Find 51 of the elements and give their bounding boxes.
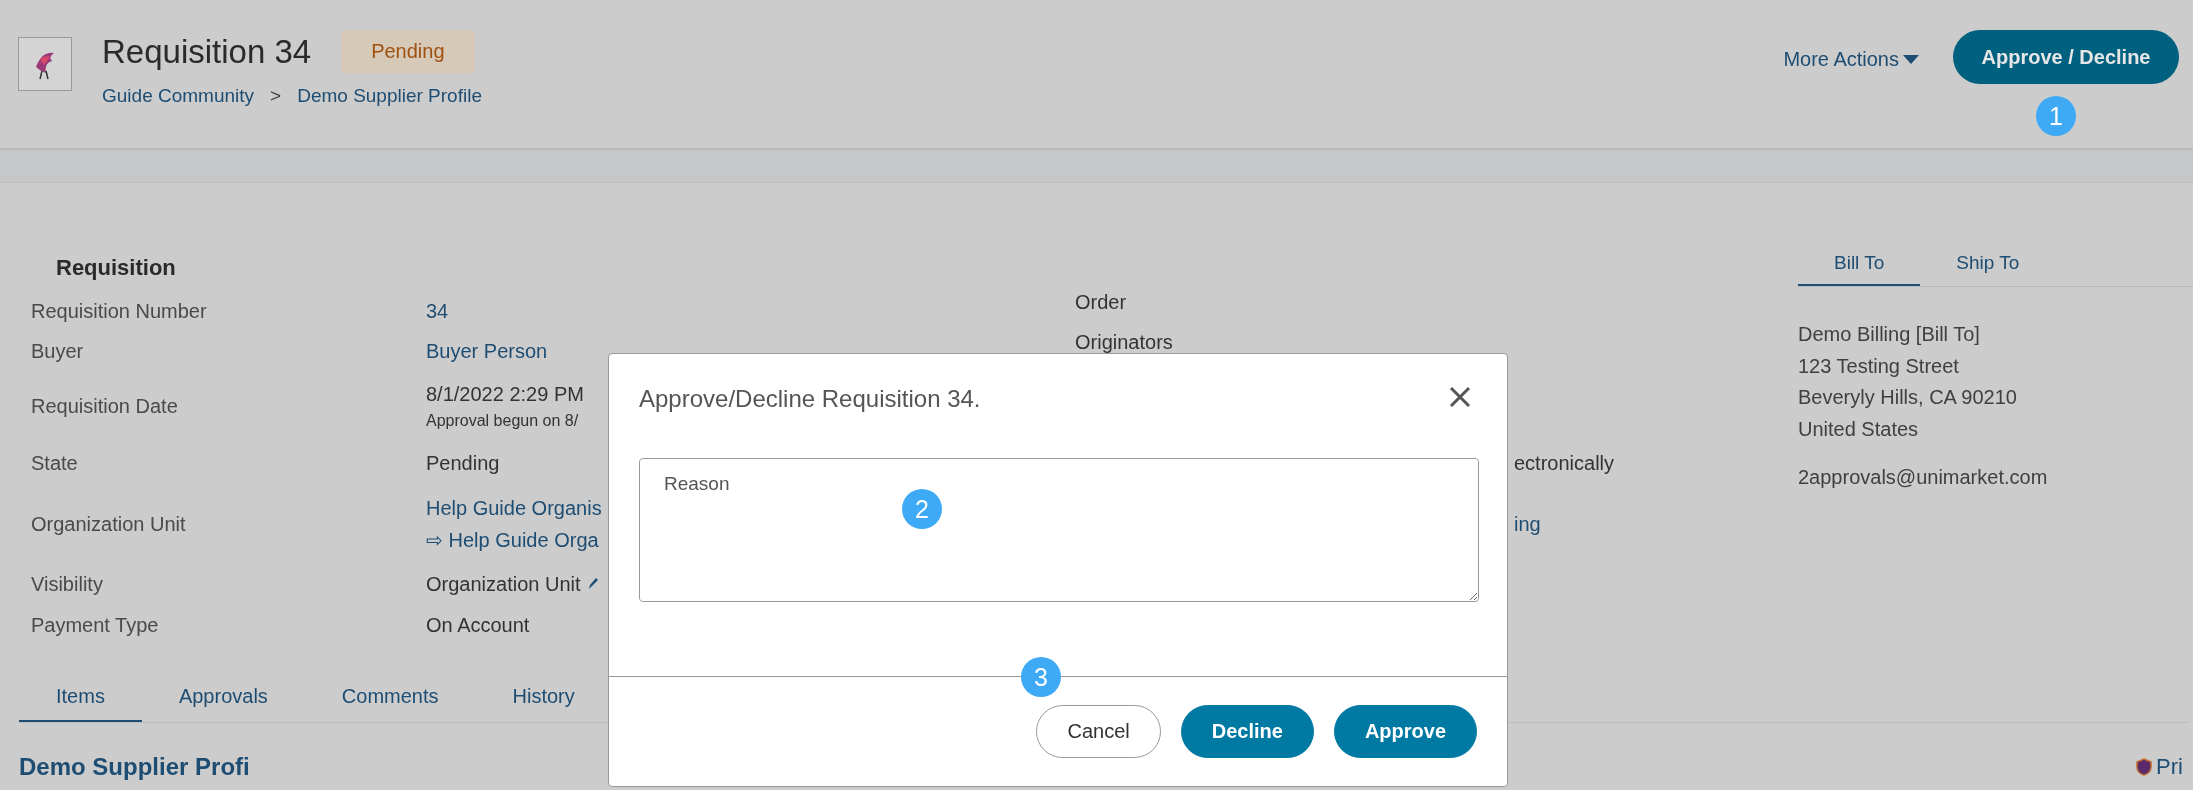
address-tab[interactable]: Ship To	[1920, 242, 2056, 286]
step-marker: 3	[1021, 657, 1061, 697]
field-label: ectronically	[1514, 452, 1615, 475]
field-label: Requisition Number	[31, 299, 207, 323]
field-label: Requisition Date	[31, 394, 178, 418]
field-link[interactable]: Buyer Person	[426, 339, 548, 363]
field-label: Visibility	[31, 572, 103, 596]
section-tab[interactable]: Items	[19, 675, 142, 722]
field-label: Organization Unit	[31, 513, 186, 536]
address-line: 123 Testing Street	[1798, 353, 1960, 379]
section-tab[interactable]: Approvals	[141, 675, 305, 722]
address-line: Demo Billing [Bill To]	[1798, 322, 1981, 347]
status-badge: Pending	[341, 30, 475, 73]
page-title: Requisition 34	[102, 32, 312, 71]
field-link[interactable]: ⇨ Help Guide Orga	[426, 528, 599, 552]
caret-icon	[1903, 54, 1919, 65]
field-link[interactable]: Help Guide Organis	[426, 497, 602, 520]
pencil-icon[interactable]	[586, 577, 599, 591]
field-label: State	[31, 452, 78, 475]
dialog-title: Approve/Decline Requisition 34.	[639, 384, 981, 413]
field-label: Buyer	[31, 339, 84, 363]
step-marker: 1	[2036, 96, 2076, 136]
dialog-button[interactable]: Decline	[1180, 705, 1314, 758]
dialog-button[interactable]: Cancel	[1036, 705, 1161, 758]
section-tab[interactable]: History	[475, 675, 612, 722]
section-tab[interactable]: Comments	[304, 675, 476, 722]
field-label: Originators	[1075, 331, 1173, 354]
field-value: On Account	[426, 613, 530, 637]
field-link[interactable]: 34	[426, 299, 449, 323]
address-line: United States	[1798, 416, 1920, 442]
field-value: 8/1/2022 2:29 PM	[426, 382, 584, 406]
breadcrumb-link[interactable]: Guide Community	[102, 85, 255, 107]
field-link[interactable]: ing	[1514, 513, 1541, 536]
logo-icon	[18, 37, 72, 91]
address-tab[interactable]: Bill To	[1798, 242, 1921, 286]
dialog-button[interactable]: Approve	[1333, 705, 1477, 758]
field-value: Approval begun on 8/	[426, 411, 579, 430]
print-link[interactable]: Pri	[2136, 753, 2183, 781]
field-label: Order	[1075, 291, 1127, 314]
breadcrumb-link[interactable]: Demo Supplier Profile	[297, 85, 482, 107]
more-actions-button[interactable]: More Actions	[1783, 38, 1919, 81]
print-text: Pri	[2156, 754, 2183, 780]
section-heading: Requisition	[56, 255, 177, 281]
breadcrumb-separator: >	[270, 85, 282, 107]
field-label: Payment Type	[31, 613, 159, 637]
email-text: 2approvals@unimarket.com	[1798, 466, 2049, 489]
shield-icon	[2136, 758, 2153, 776]
section-title: Demo Supplier Profi	[19, 753, 250, 781]
field-value: Pending	[426, 452, 500, 475]
field-value: Organization Unit	[426, 572, 599, 596]
address-line: Beveryly Hills, CA 90210	[1798, 385, 2018, 410]
